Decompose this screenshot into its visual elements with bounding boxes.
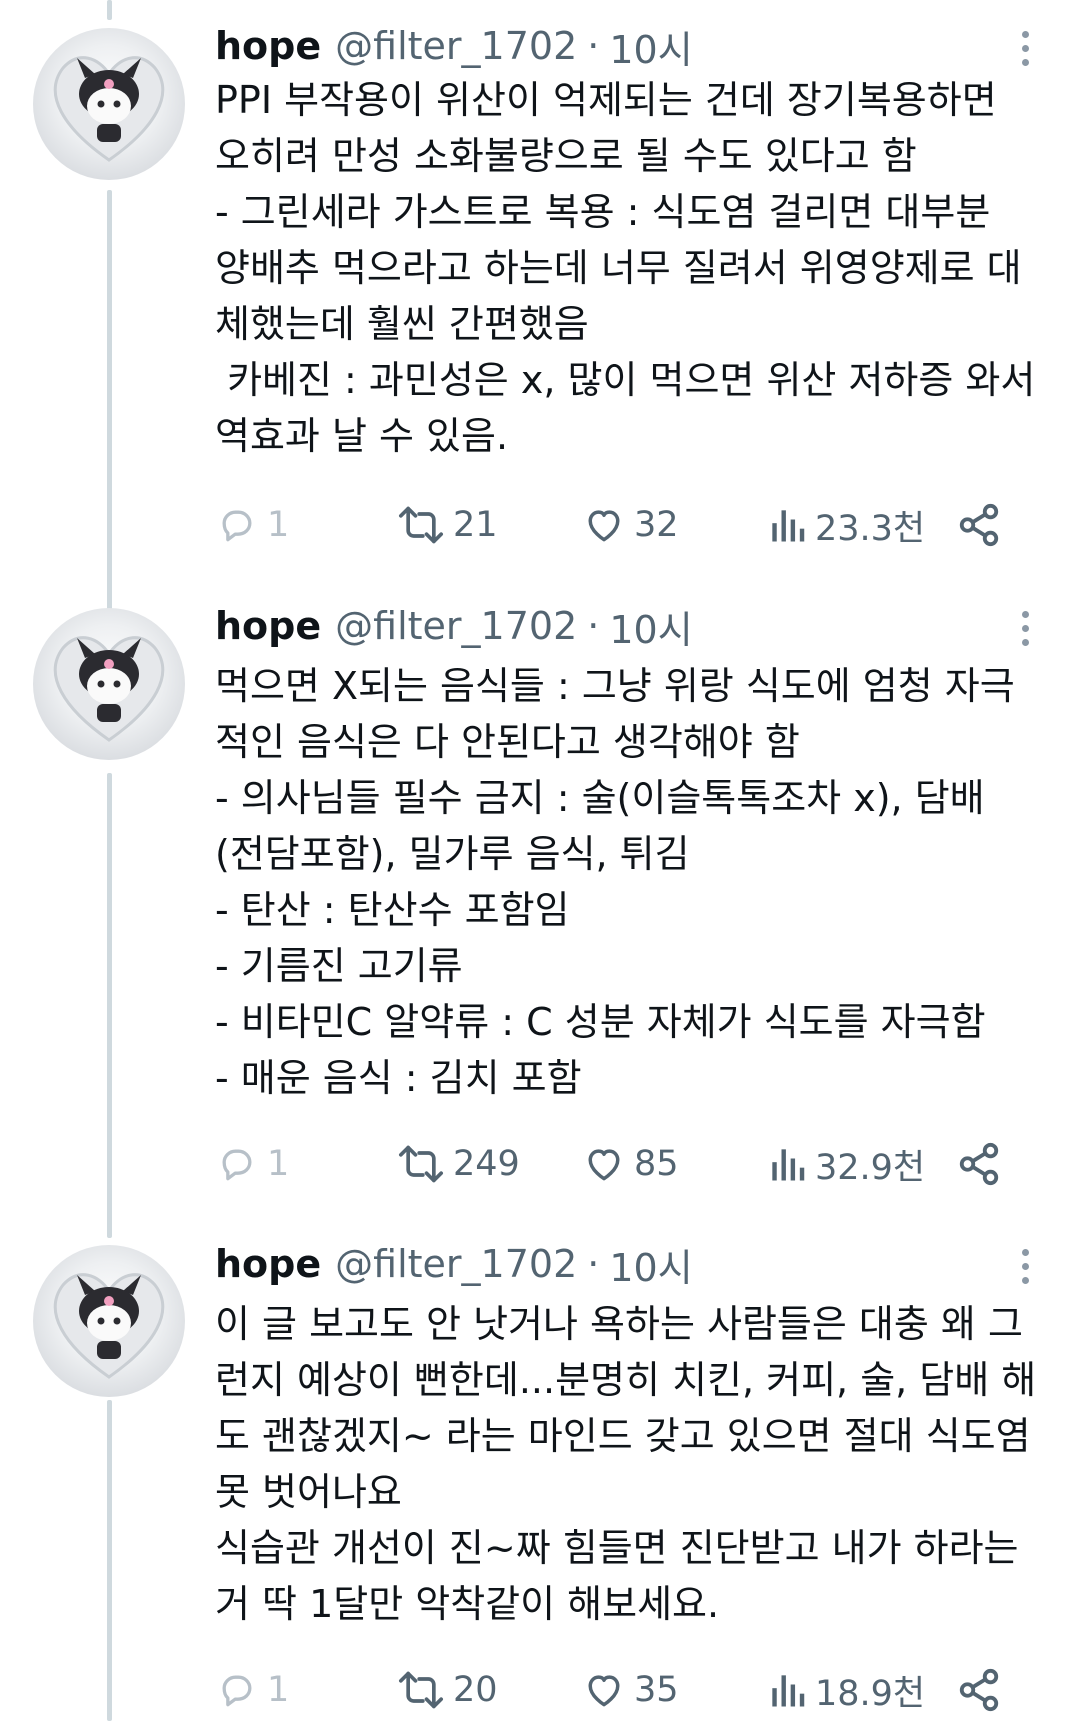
tweet-text-line: 런지 예상이 뻔한데...분명히 치킨, 커피, 술, 담배 해 — [215, 1358, 1037, 1402]
like-count: 35 — [634, 1670, 679, 1710]
share-button[interactable] — [956, 1136, 1002, 1192]
tweet-text-line: - 의사님들 필수 금지 : 술(이슬톡톡조차 x), 담배 — [215, 776, 985, 820]
tweet-text-line: 식습관 개선이 진~짜 힘들면 진단받고 내가 하라는 — [215, 1526, 1019, 1570]
tweet-text-line: - 탄산 : 탄산수 포함임 — [215, 888, 570, 932]
reply-button[interactable]: 1 — [215, 497, 289, 553]
share-button[interactable] — [956, 497, 1002, 553]
reply-button[interactable]: 1 — [215, 1136, 289, 1192]
view-count: 23.3천 — [815, 508, 926, 549]
author-handle[interactable]: @filter_1702 — [335, 1242, 577, 1286]
separator-dot: · — [587, 604, 600, 648]
tweet-text-line: - 매운 음식 : 김치 포함 — [215, 1056, 582, 1100]
thread-line — [107, 190, 112, 610]
tweet-text-line: 체했는데 훨씬 간편했음 — [215, 302, 589, 346]
share-icon — [959, 1668, 999, 1712]
tweet-text-line: 못 벗어나요 — [215, 1470, 402, 1514]
tweet-text-line: (전담포함), 밀가루 음식, 튀김 — [215, 832, 690, 876]
reply-button[interactable]: 1 — [215, 1662, 289, 1718]
thread-line — [107, 0, 112, 20]
reply-count: 1 — [267, 1670, 290, 1710]
separator-dot: · — [587, 24, 600, 68]
tweet-text-line: 거 딱 1달만 악착같이 해보세요. — [215, 1582, 720, 1626]
thread-line — [107, 1400, 112, 1721]
reply-count: 1 — [267, 1144, 290, 1184]
avatar[interactable] — [33, 608, 185, 760]
tweet-text: PPI 부작용이 위산이 억제되는 건데 장기복용하면 오히려 만성 소화불량으… — [215, 72, 1060, 464]
tweet-text-line: 먹으면 X되는 음식들 : 그냥 위랑 식도에 엄청 자극 — [215, 664, 1015, 708]
tweet-text-line: 적인 음식은 다 안된다고 생각해야 함 — [215, 720, 800, 764]
tweet-actions: 1 21 32 23.3천 — [215, 497, 1045, 553]
like-count: 32 — [634, 505, 679, 545]
share-icon — [959, 503, 999, 547]
heart-icon — [588, 1675, 620, 1707]
tweet-header: hope @filter_1702 · 10시 — [215, 598, 693, 654]
share-icon — [959, 1142, 999, 1186]
tweet-text-line: 역효과 날 수 있음. — [215, 414, 509, 458]
tweet-text-line: - 기름진 고기류 — [215, 944, 463, 988]
timestamp[interactable]: 10시 — [609, 599, 692, 654]
tweet-actions: 1 249 85 32.9천 — [215, 1136, 1045, 1192]
thread-line — [107, 773, 112, 1238]
retweet-count: 21 — [453, 505, 498, 545]
author-handle[interactable]: @filter_1702 — [335, 24, 577, 68]
tweet-text-line: PPI 부작용이 위산이 억제되는 건데 장기복용하면 — [215, 78, 997, 122]
view-count: 32.9천 — [815, 1147, 926, 1188]
retweet-icon — [399, 1145, 443, 1183]
more-icon[interactable] — [1010, 18, 1040, 78]
tweet-text-line: 양배추 먹으라고 하는데 너무 질려서 위영양제로 대 — [215, 246, 1022, 290]
retweet-count: 249 — [453, 1144, 520, 1184]
author-name[interactable]: hope — [215, 1242, 321, 1286]
retweet-button[interactable]: 21 — [397, 497, 498, 553]
author-name[interactable]: hope — [215, 24, 321, 68]
heart-icon — [588, 1149, 620, 1181]
like-button[interactable]: 35 — [582, 1662, 679, 1718]
view-count: 18.9천 — [815, 1673, 926, 1714]
heart-icon — [588, 510, 620, 542]
views-button[interactable]: 23.3천 — [767, 497, 925, 553]
avatar[interactable] — [33, 28, 185, 180]
separator-dot: · — [587, 1242, 600, 1286]
share-button[interactable] — [956, 1662, 1002, 1718]
retweet-icon — [399, 1671, 443, 1709]
views-icon — [772, 1149, 805, 1181]
retweet-count: 20 — [453, 1670, 498, 1710]
retweet-icon — [399, 506, 443, 544]
reply-icon — [222, 1149, 252, 1181]
reply-count: 1 — [267, 505, 290, 545]
tweet-text-line: - 비타민C 알약류 : C 성분 자체가 식도를 자극함 — [215, 1000, 986, 1044]
views-button[interactable]: 18.9천 — [767, 1662, 925, 1718]
views-button[interactable]: 32.9천 — [767, 1136, 925, 1192]
reply-icon — [222, 510, 252, 542]
timestamp[interactable]: 10시 — [609, 1237, 692, 1292]
like-count: 85 — [634, 1144, 679, 1184]
more-icon[interactable] — [1010, 1236, 1040, 1296]
more-icon[interactable] — [1010, 598, 1040, 658]
reply-icon — [222, 1675, 252, 1707]
tweet-text: 먹으면 X되는 음식들 : 그냥 위랑 식도에 엄청 자극 적인 음식은 다 안… — [215, 658, 1060, 1106]
tweet-text-line: 카베진 : 과민성은 x, 많이 먹으면 위산 저하증 와서 — [215, 358, 1036, 402]
like-button[interactable]: 85 — [582, 1136, 679, 1192]
tweet-header: hope @filter_1702 · 10시 — [215, 18, 693, 74]
author-name[interactable]: hope — [215, 604, 321, 648]
views-icon — [772, 1675, 805, 1707]
tweet-text: 이 글 보고도 안 낫거나 욕하는 사람들은 대충 왜 그 런지 예상이 뻔한데… — [215, 1296, 1060, 1632]
avatar[interactable] — [33, 1245, 185, 1397]
timestamp[interactable]: 10시 — [609, 19, 692, 74]
author-handle[interactable]: @filter_1702 — [335, 604, 577, 648]
tweet-header: hope @filter_1702 · 10시 — [215, 1236, 693, 1292]
tweet-actions: 1 20 35 18.9천 — [215, 1662, 1045, 1718]
retweet-button[interactable]: 249 — [397, 1136, 520, 1192]
retweet-button[interactable]: 20 — [397, 1662, 498, 1718]
tweet-text-line: 도 괜찮겠지~ 라는 마인드 갖고 있으면 절대 식도염 — [215, 1414, 1031, 1458]
views-icon — [772, 510, 805, 542]
like-button[interactable]: 32 — [582, 497, 679, 553]
tweet-text-line: 이 글 보고도 안 낫거나 욕하는 사람들은 대충 왜 그 — [215, 1302, 1023, 1346]
tweet-text-line: - 그린세라 가스트로 복용 : 식도염 걸리면 대부분 — [215, 190, 991, 234]
tweet-text-line: 오히려 만성 소화불량으로 될 수도 있다고 함 — [215, 134, 917, 178]
